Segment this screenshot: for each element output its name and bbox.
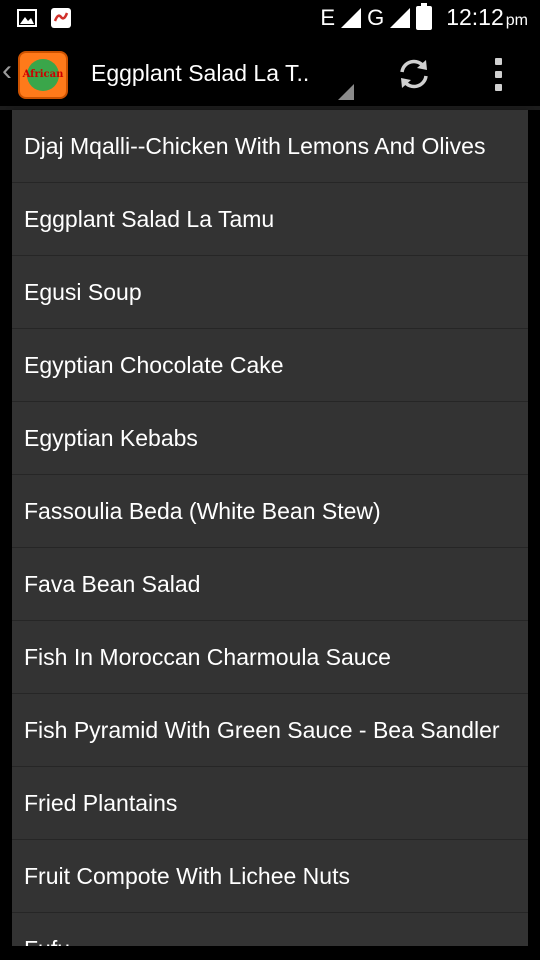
status-bar: E G 12:12 pm <box>0 0 540 38</box>
battery-icon <box>416 2 433 30</box>
screen-bottom-edge <box>0 946 540 960</box>
network-type-e: E <box>320 4 336 30</box>
back-caret-icon[interactable]: ‹ <box>2 56 12 86</box>
system-indicators: E G 12:12 pm <box>320 2 528 31</box>
recipe-list-item[interactable]: Fruit Compote With Lichee Nuts <box>12 840 528 913</box>
recipe-list-item[interactable]: Fufu <box>12 913 528 947</box>
recipe-list-item[interactable]: Fish Pyramid With Green Sauce - Bea Sand… <box>12 694 528 767</box>
notification-icons <box>16 7 72 29</box>
recipe-list-item[interactable]: Eggplant Salad La Tamu <box>12 183 528 256</box>
spinner-dropdown-icon <box>338 84 354 100</box>
refresh-icon <box>400 59 428 89</box>
overflow-dot-icon <box>494 57 502 65</box>
recipe-dropdown-list[interactable]: Djaj Mqalli--Chicken With Lemons And Oli… <box>12 110 528 946</box>
app-logo-icon[interactable]: African <box>18 51 68 99</box>
recipe-list-item[interactable]: Egyptian Kebabs <box>12 402 528 475</box>
recipe-list-item[interactable]: Fish In Moroccan Charmoula Sauce <box>12 621 528 694</box>
recipe-list-item[interactable]: Egusi Soup <box>12 256 528 329</box>
recipe-spinner[interactable]: Eggplant Salad La T.. <box>80 38 358 106</box>
overflow-dot-icon <box>494 83 502 91</box>
app-notification-icon <box>51 8 71 28</box>
gallery-notification-icon <box>17 9 37 27</box>
overflow-menu-button[interactable] <box>478 52 518 96</box>
recipe-list-item[interactable]: Fassoulia Beda (White Bean Stew) <box>12 475 528 548</box>
action-bar: ‹ African Eggplant Salad La T.. <box>0 38 540 110</box>
network-type-g: G <box>367 4 385 30</box>
clock: 12:12 pm <box>446 4 528 31</box>
recipe-list-item[interactable]: Fried Plantains <box>12 767 528 840</box>
recipe-list-item[interactable]: Djaj Mqalli--Chicken With Lemons And Oli… <box>12 110 528 183</box>
overflow-dot-icon <box>494 70 502 78</box>
clock-suffix: pm <box>505 12 528 29</box>
refresh-button[interactable] <box>388 52 440 96</box>
signal-icon <box>341 7 362 28</box>
spinner-selected-title: Eggplant Salad La T.. <box>91 60 310 86</box>
clock-time: 12:12 <box>446 4 504 30</box>
recipe-list-item[interactable]: Egyptian Chocolate Cake <box>12 329 528 402</box>
recipe-list-item[interactable]: Fava Bean Salad <box>12 548 528 621</box>
signal-icon-2 <box>390 7 411 28</box>
app-logo-label: African <box>22 69 64 80</box>
